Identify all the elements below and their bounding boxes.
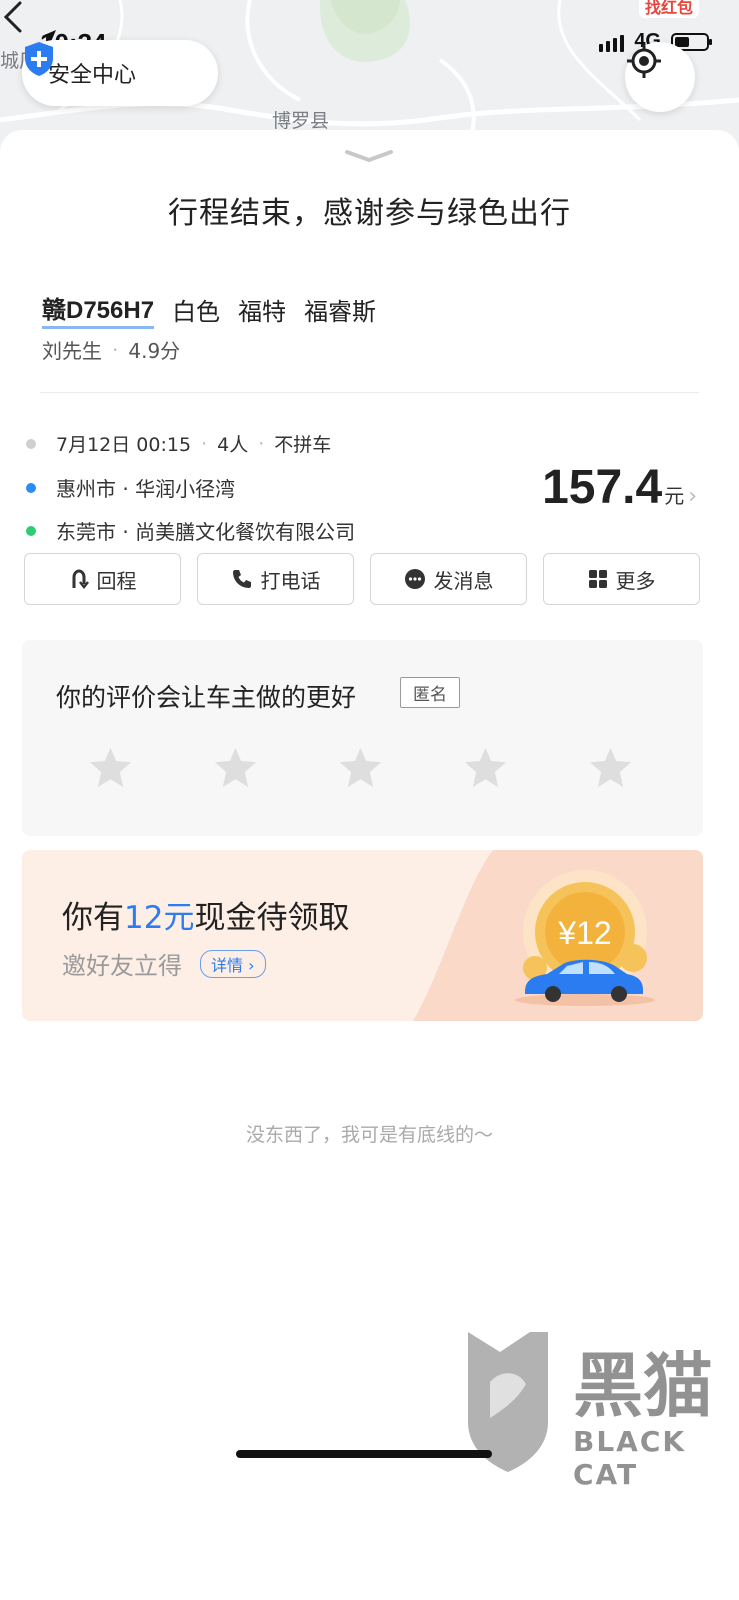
- call-button[interactable]: 打电话: [197, 553, 354, 605]
- star-icon[interactable]: [588, 746, 633, 789]
- call-label: 打电话: [260, 568, 321, 593]
- trip-passengers: 4人: [217, 434, 249, 456]
- action-bar: 回程 打电话 发消息 更多: [24, 553, 700, 605]
- detail-label: 详情: [211, 955, 244, 975]
- star-icon[interactable]: [88, 746, 133, 789]
- detail-link[interactable]: 详情 ›: [200, 949, 266, 978]
- fare-link[interactable]: 157.4 元 ›: [542, 460, 697, 515]
- invite-promo-card[interactable]: 你有12元现金待领取 邀好友立得 详情 › ¥12: [22, 850, 703, 1021]
- rating-card: 你的评价会让车主做的更好 匿名: [22, 640, 703, 836]
- vehicle-color: 白色: [172, 298, 221, 326]
- separator-dot: ·: [201, 432, 208, 455]
- phone-icon: [232, 570, 251, 588]
- destination-dot: [26, 525, 36, 536]
- separator-dot: ·: [258, 432, 265, 455]
- fare-amount: 157.4: [542, 461, 663, 514]
- fare-unit: 元: [664, 484, 685, 508]
- watermark-cn: 黑猫: [573, 1345, 713, 1427]
- end-of-list-note: 没东西了，我可是有底线的～: [245, 1124, 493, 1146]
- safety-center-label: 安全中心: [48, 63, 137, 88]
- vehicle-model: 福睿斯: [304, 298, 377, 326]
- vehicle-brand: 福特: [238, 298, 287, 326]
- map-label-county: 博罗县: [272, 110, 330, 132]
- promo-title-suffix: 现金待领取: [194, 900, 350, 936]
- message-icon: [404, 569, 425, 589]
- return-trip-label: 回程: [96, 568, 137, 593]
- signal-icon: [599, 32, 625, 52]
- message-button[interactable]: 发消息: [370, 553, 527, 605]
- destination-address: 东莞市 · 尚美膳文化餐饮有限公司: [56, 520, 356, 544]
- origin-dot: [26, 482, 36, 493]
- top-badge[interactable]: 找红包: [638, 0, 699, 18]
- promo-subtitle: 邀好友立得: [62, 952, 182, 980]
- time-bullet: [26, 438, 36, 449]
- vehicle-info: 赣D756H7 白色 福特 福睿斯: [42, 290, 376, 329]
- crosshair-icon: [627, 44, 661, 78]
- watermark-en: BLACK CAT: [573, 1425, 687, 1491]
- divider: [40, 392, 699, 393]
- more-label: 更多: [615, 568, 656, 593]
- promo-title-prefix: 你有: [62, 900, 124, 936]
- return-trip-icon: [72, 569, 89, 590]
- safety-center-button[interactable]: 安全中心: [22, 40, 218, 106]
- anonymous-tag[interactable]: 匿名: [400, 677, 460, 708]
- destination-row: 东莞市 · 尚美膳文化餐饮有限公司: [26, 516, 355, 545]
- trip-time-row: 7月12日 00:15 · 4人 · 不拼车: [26, 430, 331, 457]
- separator-dot: ·: [112, 337, 119, 362]
- promo-subtitle-row: 邀好友立得 详情 ›: [62, 946, 266, 981]
- collapse-handle-icon[interactable]: [344, 148, 394, 164]
- star-icon[interactable]: [338, 746, 383, 789]
- return-trip-button[interactable]: 回程: [24, 553, 181, 605]
- back-arrow-icon[interactable]: [0, 0, 28, 34]
- driver-rating: 4.9分: [128, 339, 181, 363]
- coin-car-illustration: ¥12: [515, 870, 655, 1006]
- shield-plus-icon: [25, 42, 53, 76]
- chevron-right-icon: ›: [688, 484, 697, 509]
- coin-amount: ¥12: [557, 915, 611, 951]
- promo-amount: 12元: [124, 900, 195, 936]
- promo-title: 你有12元现金待领取: [62, 892, 349, 937]
- star-icon[interactable]: [213, 746, 258, 789]
- trip-end-title: 行程结束，感谢参与绿色出行: [168, 196, 571, 231]
- grid-more-icon: [588, 570, 607, 588]
- star-icon[interactable]: [463, 746, 508, 789]
- driver-name: 刘先生: [42, 339, 102, 363]
- trip-datetime: 7月12日 00:15: [56, 434, 192, 456]
- license-plate: 赣D756H7: [42, 290, 155, 329]
- star-rating: [88, 746, 633, 789]
- locate-button[interactable]: [625, 42, 695, 112]
- rating-prompt: 你的评价会让车主做的更好: [56, 683, 357, 712]
- trip-carpool: 不拼车: [274, 434, 332, 456]
- message-label: 发消息: [433, 568, 494, 593]
- home-indicator[interactable]: [236, 1450, 492, 1458]
- origin-address: 惠州市 · 华润小径湾: [56, 477, 236, 501]
- driver-info: 刘先生 · 4.9分: [42, 335, 180, 364]
- origin-row: 惠州市 · 华润小径湾: [26, 473, 235, 502]
- more-button[interactable]: 更多: [543, 553, 700, 605]
